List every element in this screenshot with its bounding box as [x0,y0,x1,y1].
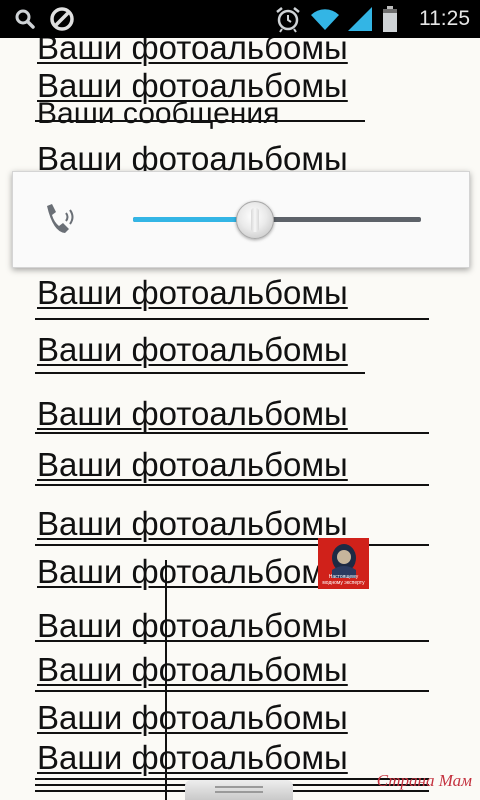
photo-albums-link[interactable]: Ваши фотоальбомы [37,396,348,432]
status-bar: 11:25 [0,0,480,38]
clock-time: 11:25 [419,7,470,30]
page-content: Ваши фотоальбомы Ваши сообщения Ваши фот… [0,0,480,800]
divider [35,690,429,692]
photo-albums-link[interactable]: Ваши фотоальбомы [37,68,348,104]
wifi-icon [307,0,343,38]
divider [35,120,365,122]
divider [35,432,429,434]
photo-albums-link[interactable]: Ваши фотоальбомы [37,506,348,542]
signal-icon [344,0,376,38]
search-icon [10,0,40,38]
watermark: Страна Мам [376,771,472,790]
battery-icon [378,0,402,38]
divider [35,318,429,320]
alarm-clock-icon [270,0,306,38]
drag-handle[interactable] [185,780,293,800]
photo-albums-link[interactable]: Ваши фотоальбомы [37,652,348,688]
photo-albums-link[interactable]: Ваши фотоальбомы [37,608,348,644]
volume-slider-thumb[interactable] [235,201,274,239]
blocked-icon [46,0,78,38]
divider [35,544,429,546]
phone-ring-icon [41,202,81,241]
volume-panel [12,171,470,268]
divider [165,560,167,800]
ad-badge[interactable]: Настоящему модному эксперту [318,538,369,589]
divider [35,372,365,374]
divider [35,484,429,486]
photo-albums-link[interactable]: Ваши фотоальбомы [37,275,348,311]
photo-albums-link[interactable]: Ваши фотоальбомы [37,332,348,368]
photo-albums-link[interactable]: Ваши фотоальбомы [37,554,348,590]
photo-albums-link[interactable]: Ваши фотоальбомы [37,700,348,736]
photo-albums-link[interactable]: Ваши фотоальбомы [37,740,348,776]
divider [35,640,429,642]
photo-albums-link[interactable]: Ваши фотоальбомы [37,447,348,483]
ad-caption: Настоящему модному эксперту [322,574,365,586]
